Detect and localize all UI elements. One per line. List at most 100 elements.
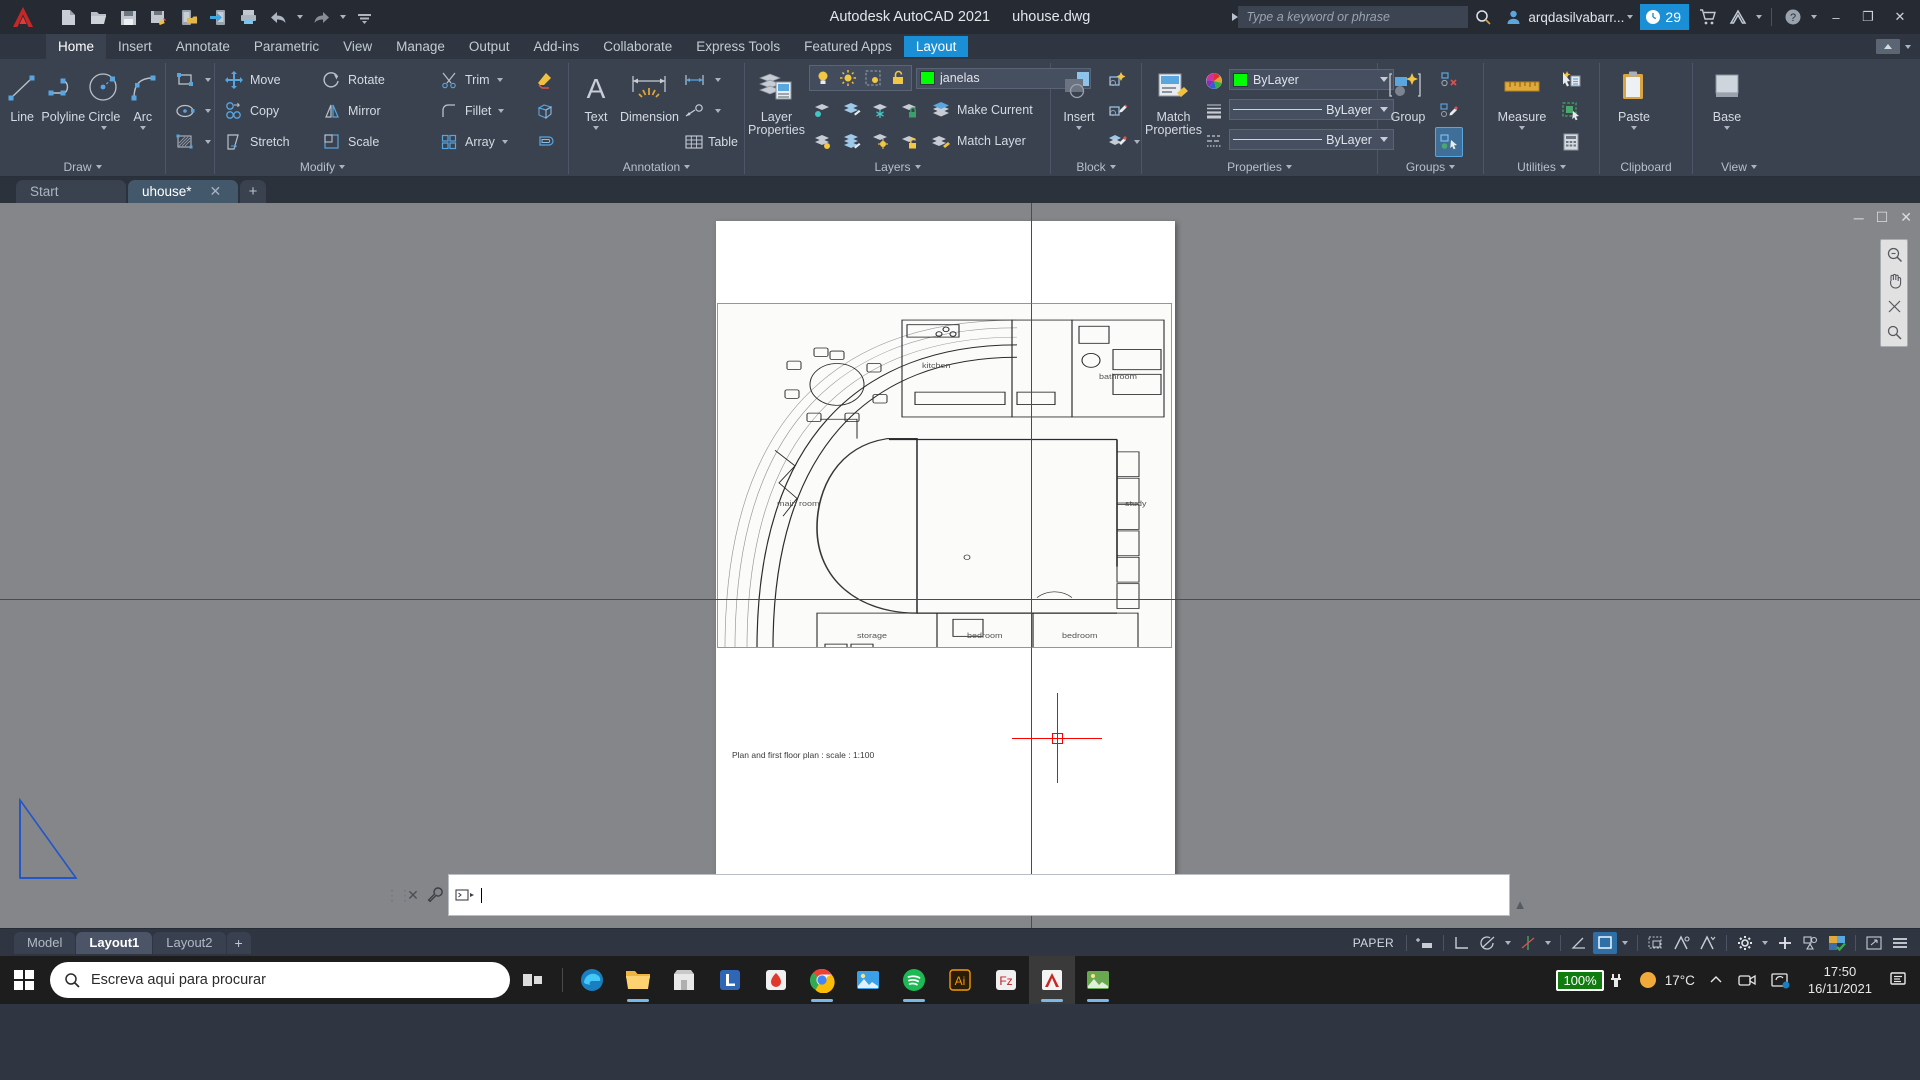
- customization-plus-icon[interactable]: [1773, 932, 1797, 954]
- viewport-content[interactable]: kitchen bathroom main room study storage…: [717, 303, 1172, 648]
- fillet-dropdown-caret-icon[interactable]: [498, 109, 505, 113]
- snap-angle-icon[interactable]: [1567, 932, 1591, 954]
- object-snap-icon[interactable]: [1516, 932, 1540, 954]
- layer-isolate-icon[interactable]: [861, 67, 885, 89]
- block-attribute-button[interactable]: [1104, 127, 1140, 157]
- layer-on-icon[interactable]: [811, 67, 835, 89]
- block-attribute-caret-icon[interactable]: [1134, 140, 1140, 144]
- draw-line-button[interactable]: Line: [3, 63, 41, 124]
- taskbar-search-box[interactable]: Escreva aqui para procurar: [50, 962, 510, 998]
- ribbon-tab-output[interactable]: Output: [457, 34, 522, 59]
- ortho-icon[interactable]: [1450, 932, 1474, 954]
- windows-start-icon[interactable]: [0, 956, 48, 1004]
- help-menu-caret-icon[interactable]: [1808, 15, 1820, 19]
- object-color-combobox[interactable]: ByLayer: [1228, 69, 1394, 90]
- command-input-field[interactable]: [448, 874, 1510, 916]
- erase-icon[interactable]: [531, 65, 559, 95]
- ribbon-tab-featured-apps[interactable]: Featured Apps: [792, 34, 904, 59]
- layer-on-all-icon[interactable]: [809, 126, 837, 156]
- user-menu-caret-icon[interactable]: [1624, 15, 1636, 19]
- panel-groups-title[interactable]: Groups: [1378, 157, 1483, 176]
- autocad-icon[interactable]: [1029, 956, 1075, 1004]
- lastpass-icon[interactable]: [707, 956, 753, 1004]
- layout-tab-layout2[interactable]: Layout2: [153, 931, 226, 954]
- add-selected-icon[interactable]: [1557, 96, 1585, 126]
- draw-ellipse-button[interactable]: [169, 96, 214, 126]
- modify-stretch-button[interactable]: Stretch: [218, 127, 316, 157]
- array-dropdown-caret-icon[interactable]: [501, 140, 508, 144]
- hardware-accel-icon[interactable]: [1825, 932, 1849, 954]
- draw-rectangle-button[interactable]: [169, 65, 214, 95]
- viewport-close-icon[interactable]: ✕: [1900, 209, 1912, 226]
- modify-move-button[interactable]: Move: [218, 65, 316, 95]
- redo-dropdown-caret-icon[interactable]: [337, 4, 348, 30]
- ribbon-tab-addins[interactable]: Add-ins: [521, 34, 591, 59]
- ribbon-tab-parametric[interactable]: Parametric: [242, 34, 331, 59]
- panel-layers-title[interactable]: Layers: [745, 157, 1050, 176]
- panel-annotation-title[interactable]: Annotation: [569, 157, 744, 176]
- layer-lock-icon[interactable]: [896, 95, 924, 125]
- polar-tracking-caret-icon[interactable]: [1502, 941, 1514, 945]
- redo-icon[interactable]: [307, 4, 335, 30]
- autocad-logo-icon[interactable]: [0, 0, 46, 34]
- panel-groups-caret-icon[interactable]: [1449, 164, 1456, 169]
- file-tab-uhouse[interactable]: uhouse* ✕: [128, 180, 238, 203]
- draw-hatch-button[interactable]: [169, 127, 214, 157]
- layer-isolate-objects-icon[interactable]: [809, 95, 837, 125]
- panel-modify-title[interactable]: Modify: [215, 157, 430, 176]
- isolate-objects-icon[interactable]: [1799, 932, 1823, 954]
- minimize-ribbon-icon[interactable]: [1876, 39, 1900, 54]
- save-as-icon[interactable]: [144, 4, 172, 30]
- taskbar-clock[interactable]: 17:50 16/11/2021: [1800, 963, 1880, 997]
- layer-unlock-icon[interactable]: [886, 67, 910, 89]
- group-button[interactable]: Group: [1381, 63, 1435, 124]
- chrome-icon[interactable]: [799, 956, 845, 1004]
- command-history-expand-icon[interactable]: ▲: [1510, 874, 1530, 916]
- panel-modify-caret-icon[interactable]: [339, 164, 346, 169]
- measure-button[interactable]: Measure: [1487, 63, 1557, 130]
- linear-dim-dropdown-caret-icon[interactable]: [715, 78, 721, 82]
- navigation-bar[interactable]: [1880, 239, 1908, 347]
- object-snap-caret-icon[interactable]: [1542, 941, 1554, 945]
- modify-copy-button[interactable]: Copy: [218, 96, 316, 126]
- annotation-visibility-icon[interactable]: [1670, 932, 1694, 954]
- command-line-window[interactable]: ⋮⋮ ✕ ▲: [385, 874, 1530, 916]
- draw-arc-button[interactable]: Arc: [124, 63, 162, 130]
- panel-draw-caret-icon[interactable]: [95, 164, 102, 169]
- modify-scale-button[interactable]: Scale: [316, 127, 404, 157]
- panel-block-title[interactable]: Block: [1051, 157, 1141, 176]
- onedrive-sync-icon[interactable]: [1766, 956, 1796, 1004]
- show-hidden-icons[interactable]: [1704, 956, 1728, 1004]
- arc-dropdown-caret-icon[interactable]: [139, 126, 146, 130]
- drawing-canvas[interactable]: ─ ☐ ✕ kitchen bathroom main room study s…: [0, 203, 1920, 928]
- ribbon-tab-insert[interactable]: Insert: [106, 34, 164, 59]
- command-line-grip[interactable]: ⋮⋮: [385, 874, 412, 916]
- paste-button[interactable]: Paste: [1603, 63, 1665, 130]
- restore-window-button[interactable]: ❐: [1852, 0, 1884, 34]
- panel-view-caret-icon[interactable]: [1750, 164, 1757, 169]
- file-explorer-icon[interactable]: [615, 956, 661, 1004]
- block-insert-button[interactable]: Insert: [1054, 63, 1104, 130]
- save-to-web-mobile-icon[interactable]: [204, 4, 232, 30]
- trial-days-badge[interactable]: 29: [1640, 4, 1689, 30]
- viewport-minimize-icon[interactable]: ─: [1854, 210, 1864, 226]
- trim-dropdown-caret-icon[interactable]: [496, 78, 503, 82]
- panel-clipboard-title[interactable]: Clipboard: [1600, 157, 1692, 176]
- panel-block-caret-icon[interactable]: [1109, 164, 1116, 169]
- minimize-window-button[interactable]: –: [1820, 0, 1852, 34]
- ribbon-tab-manage[interactable]: Manage: [384, 34, 457, 59]
- user-avatar-icon[interactable]: [1498, 2, 1528, 32]
- filezilla-icon[interactable]: Fz: [983, 956, 1029, 1004]
- add-scale-icon[interactable]: [1413, 932, 1437, 954]
- command-line-close-icon[interactable]: ✕: [404, 874, 422, 916]
- leader-dropdown-caret-icon[interactable]: [715, 109, 721, 113]
- linetype-icon[interactable]: [1202, 126, 1226, 156]
- lineweight-combobox[interactable]: ByLayer: [1228, 99, 1394, 120]
- zoom-window-icon[interactable]: [1883, 322, 1905, 342]
- layer-freeze-icon[interactable]: [867, 95, 895, 125]
- layer-unisolate-icon[interactable]: [838, 95, 866, 125]
- modify-trim-button[interactable]: Trim: [433, 65, 511, 95]
- customization-menu-icon[interactable]: [1888, 932, 1912, 954]
- ribbon-tab-express-tools[interactable]: Express Tools: [684, 34, 792, 59]
- annotation-text-button[interactable]: A Text: [572, 63, 620, 130]
